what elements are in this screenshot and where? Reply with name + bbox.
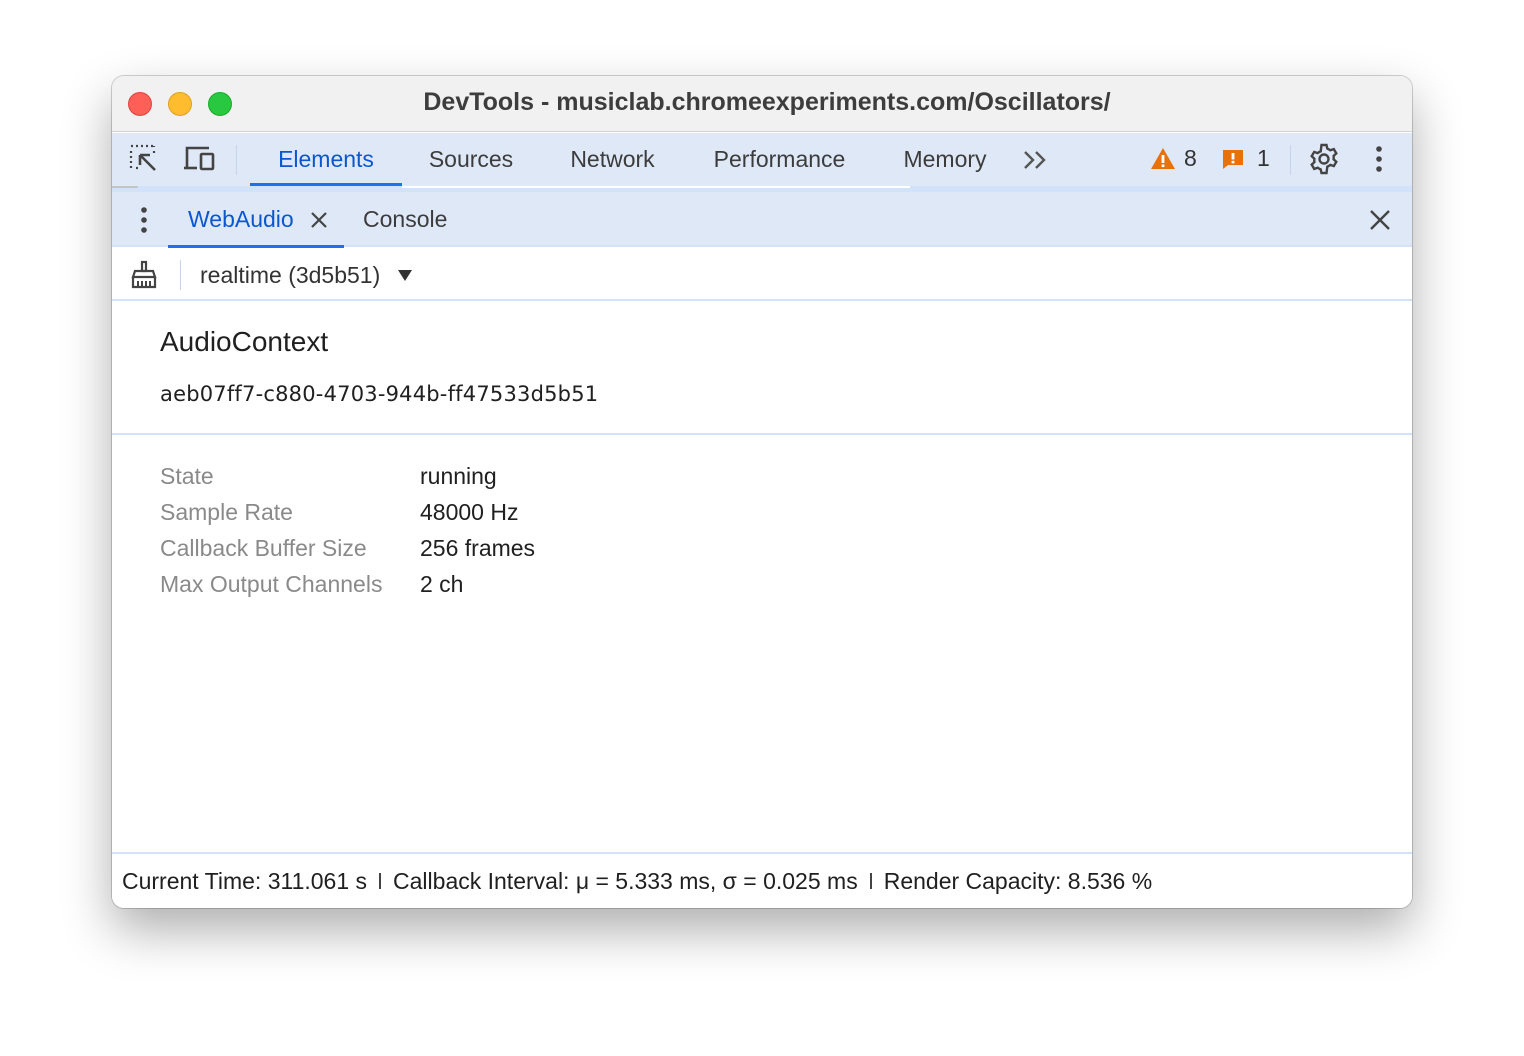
title-bar: DevTools - musiclab.chromeexperiments.co…: [112, 76, 1412, 132]
close-tab-icon[interactable]: [310, 211, 328, 229]
device-toolbar-icon[interactable]: [183, 143, 217, 175]
status-bar: Current Time: 311.061 s Callback Interva…: [112, 852, 1412, 908]
drawer-tab-label: WebAudio: [188, 206, 294, 232]
more-vertical-icon: [141, 207, 147, 233]
property-row: State running: [160, 458, 535, 494]
tab-elements[interactable]: Elements: [250, 133, 402, 186]
toolbar-divider: [236, 145, 237, 175]
broom-icon: [131, 260, 157, 289]
current-time: Current Time: 311.061 s: [122, 867, 368, 894]
warning-icon: [1151, 147, 1175, 169]
customize-menu-button[interactable]: [1362, 143, 1396, 175]
tab-performance[interactable]: Performance: [692, 133, 867, 186]
property-name: State: [160, 462, 214, 489]
content-divider: [112, 433, 1412, 435]
main-toolbar: Elements Sources Network Performance Mem…: [112, 133, 1412, 186]
drawer-tab-console[interactable]: Console: [363, 192, 447, 247]
close-drawer-button[interactable]: [1363, 204, 1397, 236]
drawer-menu-button[interactable]: [127, 204, 161, 236]
chevron-double-right-icon: [1024, 150, 1046, 169]
tab-network[interactable]: Network: [550, 133, 675, 186]
property-row: Callback Buffer Size 256 frames: [160, 530, 535, 566]
warnings-count: 8: [1184, 145, 1197, 171]
context-properties: State running Sample Rate 48000 Hz Callb…: [160, 458, 535, 602]
tab-memory[interactable]: Memory: [889, 133, 1001, 186]
property-value: 256 frames: [420, 534, 536, 561]
devtools-window: DevTools - musiclab.chromeexperiments.co…: [112, 76, 1412, 908]
property-name: Max Output Channels: [160, 570, 383, 597]
warnings-badge[interactable]: 8: [1150, 145, 1197, 172]
property-name: Callback Buffer Size: [160, 534, 367, 561]
settings-button[interactable]: [1307, 143, 1341, 175]
context-type: AudioContext: [160, 326, 329, 357]
errors-badge[interactable]: 1: [1221, 145, 1270, 172]
property-row: Max Output Channels 2 ch: [160, 566, 535, 602]
dropdown-caret-icon: [398, 269, 413, 281]
errors-count: 1: [1257, 145, 1270, 171]
render-capacity: Render Capacity: 8.536 %: [883, 867, 1153, 894]
property-name: Sample Rate: [160, 498, 293, 525]
webaudio-toolbar: realtime (3d5b51): [112, 249, 1412, 301]
tab-sources[interactable]: Sources: [407, 133, 535, 186]
gear-icon: [1310, 143, 1338, 175]
property-value: 48000 Hz: [420, 498, 519, 525]
toolbar-divider: [180, 260, 181, 290]
status-divider: [379, 873, 382, 889]
inspect-element-icon[interactable]: [127, 143, 161, 175]
context-selector[interactable]: realtime (3d5b51): [200, 249, 413, 301]
context-id: aeb07ff7-c880-4703-944b-ff47533d5b51: [160, 382, 599, 406]
context-header: AudioContext aeb07ff7-c880-4703-944b-ff4…: [160, 326, 598, 406]
drawer-tab-bar: WebAudio Console: [112, 192, 1412, 248]
window-title: DevTools - musiclab.chromeexperiments.co…: [423, 88, 1111, 116]
more-vertical-icon: [1376, 146, 1382, 172]
property-value: running: [420, 462, 497, 489]
toolbar-divider: [1290, 145, 1291, 175]
clear-button[interactable]: [127, 259, 161, 291]
status-divider: [869, 873, 872, 889]
more-tabs-button[interactable]: [1017, 133, 1053, 186]
drawer-tab-webaudio[interactable]: WebAudio: [168, 192, 344, 248]
issue-icon: [1223, 149, 1243, 169]
close-icon: [1370, 210, 1390, 230]
callback-interval: Callback Interval: μ = 5.333 ms, σ = 0.0…: [393, 867, 858, 894]
context-selector-value: realtime (3d5b51): [200, 261, 381, 288]
property-row: Sample Rate 48000 Hz: [160, 494, 535, 530]
property-value: 2 ch: [420, 570, 464, 597]
